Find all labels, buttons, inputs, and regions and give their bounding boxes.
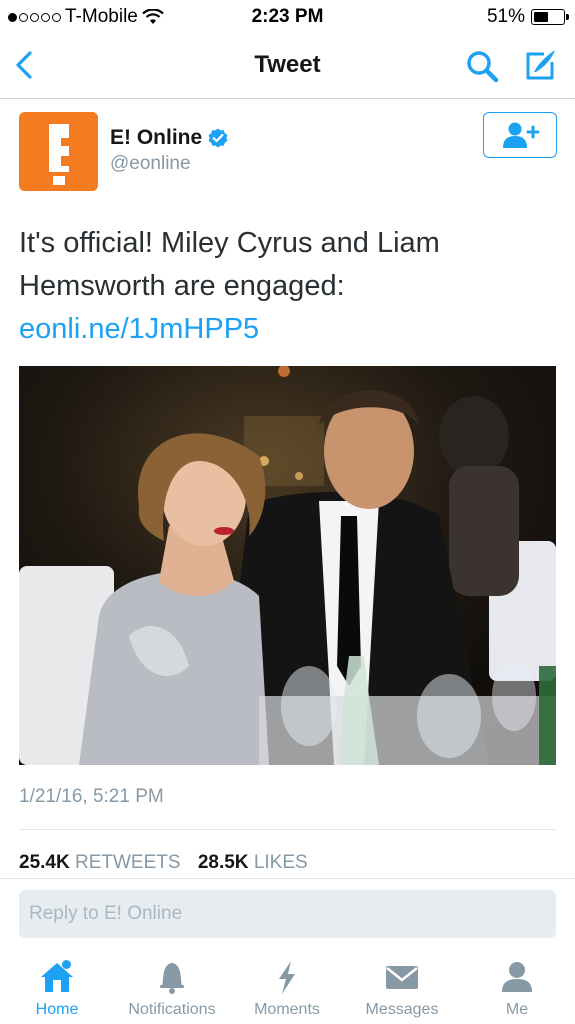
bell-icon bbox=[160, 963, 184, 994]
add-user-icon bbox=[503, 122, 540, 148]
likes-label[interactable]: LIKES bbox=[254, 852, 308, 873]
tweet-body: It's official! Miley Cyrus and Liam Hems… bbox=[19, 227, 440, 302]
tab-home[interactable]: Home bbox=[0, 958, 117, 1019]
author-name: E! Online bbox=[110, 126, 203, 149]
search-icon[interactable] bbox=[464, 48, 500, 84]
tab-bar: Home Notifications Moments Messages Me bbox=[0, 950, 575, 1024]
tab-home-label: Home bbox=[35, 1001, 79, 1018]
battery-percent: 51% bbox=[486, 6, 525, 27]
tab-notifications-label: Notifications bbox=[128, 1001, 216, 1018]
compose-icon[interactable] bbox=[522, 46, 558, 82]
verified-badge-icon bbox=[208, 128, 228, 148]
status-bar: T-Mobile 2:23 PM 51% bbox=[0, 0, 575, 36]
follow-button[interactable] bbox=[483, 112, 557, 158]
battery-icon bbox=[531, 9, 569, 25]
likes-count[interactable]: 28.5K bbox=[198, 852, 249, 873]
e-online-logo bbox=[19, 112, 98, 191]
divider bbox=[0, 878, 575, 879]
reply-input[interactable]: Reply to E! Online bbox=[19, 890, 556, 938]
envelope-icon bbox=[386, 966, 418, 989]
avatar[interactable] bbox=[19, 112, 98, 191]
author-name-row[interactable]: E! Online bbox=[110, 126, 228, 150]
tweet-timestamp: 1/21/16, 5:21 PM bbox=[19, 786, 164, 807]
nav-bar: Tweet bbox=[0, 36, 575, 99]
photo-image bbox=[19, 366, 556, 765]
lightning-icon bbox=[279, 961, 295, 994]
tweet-stats: 25.4K RETWEETS 28.5K LIKES bbox=[19, 852, 308, 874]
author-handle[interactable]: @eonline bbox=[110, 153, 191, 175]
notification-dot bbox=[62, 960, 71, 969]
home-icon bbox=[41, 963, 73, 992]
status-right: 51% bbox=[486, 6, 569, 28]
person-icon bbox=[502, 962, 532, 992]
retweets-count[interactable]: 25.4K bbox=[19, 852, 70, 873]
divider bbox=[19, 829, 556, 830]
tab-moments[interactable]: Moments bbox=[227, 958, 347, 1019]
tweet-photo[interactable] bbox=[19, 366, 556, 765]
tab-me[interactable]: Me bbox=[457, 958, 575, 1019]
tweet-link[interactable]: eonli.ne/1JmHPP5 bbox=[19, 313, 259, 345]
tab-notifications[interactable]: Notifications bbox=[112, 958, 232, 1019]
tab-me-label: Me bbox=[505, 1001, 529, 1018]
tab-messages[interactable]: Messages bbox=[342, 958, 462, 1019]
retweets-label[interactable]: RETWEETS bbox=[75, 852, 181, 873]
tab-moments-label: Moments bbox=[254, 1001, 320, 1018]
tweet-text: It's official! Miley Cyrus and Liam Hems… bbox=[19, 222, 559, 351]
tab-messages-label: Messages bbox=[365, 1001, 439, 1018]
